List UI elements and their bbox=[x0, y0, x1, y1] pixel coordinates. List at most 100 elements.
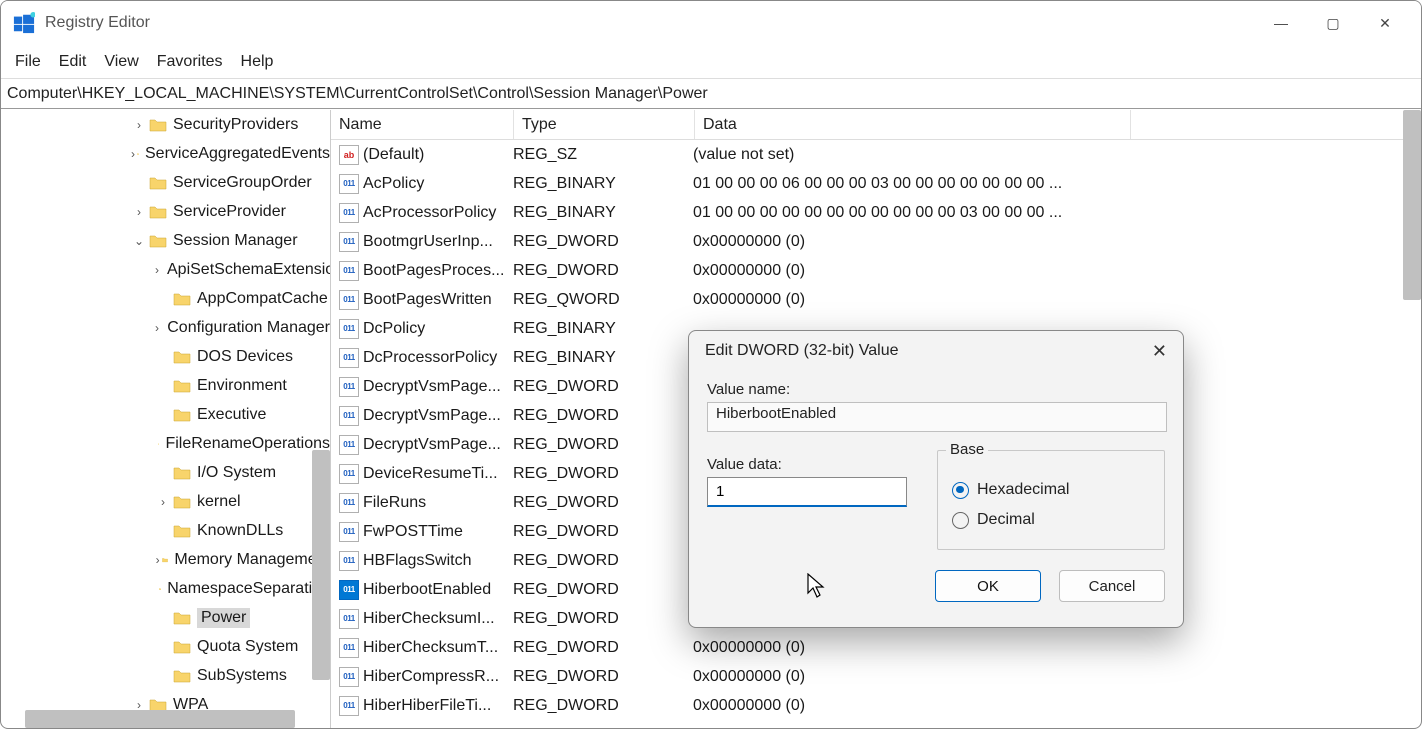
tree-item[interactable]: Power bbox=[1, 603, 330, 632]
tree-item-label: ServiceGroupOrder bbox=[173, 174, 312, 192]
value-row[interactable]: 011HiberHiberFileTi...REG_DWORD0x0000000… bbox=[331, 691, 1421, 720]
tree-item[interactable]: ServiceGroupOrder bbox=[1, 168, 330, 197]
value-type: REG_DWORD bbox=[513, 552, 693, 570]
value-row[interactable]: 011BootPagesWrittenREG_QWORD0x00000000 (… bbox=[331, 285, 1421, 314]
chevron-right-icon[interactable]: › bbox=[131, 118, 147, 132]
dialog-close-button[interactable]: ✕ bbox=[1152, 341, 1167, 362]
address-bar[interactable]: Computer\HKEY_LOCAL_MACHINE\SYSTEM\Curre… bbox=[1, 79, 1421, 109]
maximize-button[interactable]: ▢ bbox=[1321, 15, 1345, 32]
radio-decimal[interactable]: Decimal bbox=[952, 505, 1150, 535]
binary-value-icon: 011 bbox=[339, 435, 359, 455]
window-controls: — ▢ ✕ bbox=[1269, 15, 1413, 32]
tree-item[interactable]: Executive bbox=[1, 400, 330, 429]
tree-item[interactable]: SubSystems bbox=[1, 661, 330, 690]
binary-value-icon: 011 bbox=[339, 638, 359, 658]
chevron-right-icon[interactable]: › bbox=[155, 263, 159, 277]
list-vertical-scrollbar[interactable] bbox=[1403, 110, 1421, 300]
chevron-right-icon[interactable]: › bbox=[131, 147, 135, 161]
value-type: REG_DWORD bbox=[513, 639, 693, 657]
binary-value-icon: 011 bbox=[339, 580, 359, 600]
value-row[interactable]: 011BootmgrUserInp...REG_DWORD0x00000000 … bbox=[331, 227, 1421, 256]
chevron-down-icon[interactable]: ⌄ bbox=[131, 234, 147, 248]
value-type: REG_BINARY bbox=[513, 204, 693, 222]
tree-item[interactable]: ›WPA bbox=[1, 690, 330, 710]
cancel-button[interactable]: Cancel bbox=[1059, 570, 1165, 602]
value-name: HBFlagsSwitch bbox=[363, 552, 513, 570]
binary-value-icon: 011 bbox=[339, 667, 359, 687]
value-type: REG_BINARY bbox=[513, 349, 693, 367]
menu-view[interactable]: View bbox=[104, 53, 138, 71]
edit-dword-dialog: Edit DWORD (32-bit) Value ✕ Value name: … bbox=[688, 330, 1184, 628]
value-row[interactable]: ab(Default)REG_SZ(value not set) bbox=[331, 140, 1421, 169]
value-type: REG_DWORD bbox=[513, 436, 693, 454]
menu-file[interactable]: File bbox=[15, 53, 41, 71]
tree-item[interactable]: FileRenameOperations bbox=[1, 429, 330, 458]
tree-item-label: Power bbox=[197, 608, 250, 628]
base-legend: Base bbox=[946, 441, 988, 458]
tree-item[interactable]: NamespaceSeparation bbox=[1, 574, 330, 603]
titlebar: Registry Editor — ▢ ✕ bbox=[1, 1, 1421, 45]
radio-hexadecimal[interactable]: Hexadecimal bbox=[952, 475, 1150, 505]
value-type: REG_DWORD bbox=[513, 697, 693, 715]
value-type: REG_BINARY bbox=[513, 320, 693, 338]
tree-item-label: DOS Devices bbox=[197, 348, 293, 366]
binary-value-icon: 011 bbox=[339, 493, 359, 513]
tree-item-label: Environment bbox=[197, 377, 287, 395]
tree-item[interactable]: ›kernel bbox=[1, 487, 330, 516]
tree-item[interactable]: ›SecurityProviders bbox=[1, 110, 330, 139]
chevron-right-icon[interactable]: › bbox=[131, 205, 147, 219]
tree-item[interactable]: › ApiSetSchemaExtensions bbox=[1, 255, 330, 284]
tree-item[interactable]: KnownDLLs bbox=[1, 516, 330, 545]
tree-item[interactable]: ›ServiceProvider bbox=[1, 197, 330, 226]
tree-item[interactable]: ⌄Session Manager bbox=[1, 226, 330, 255]
binary-value-icon: 011 bbox=[339, 290, 359, 310]
tree-item[interactable]: AppCompatCache bbox=[1, 284, 330, 313]
minimize-button[interactable]: — bbox=[1269, 15, 1293, 32]
chevron-right-icon[interactable]: › bbox=[155, 553, 160, 567]
column-type[interactable]: Type bbox=[514, 116, 694, 134]
registry-editor-window: Registry Editor — ▢ ✕ File Edit View Fav… bbox=[0, 0, 1422, 729]
menu-help[interactable]: Help bbox=[241, 53, 274, 71]
tree-item[interactable]: DOS Devices bbox=[1, 342, 330, 371]
value-name-field[interactable]: HiberbootEnabled bbox=[707, 402, 1167, 432]
tree-horizontal-scrollbar[interactable] bbox=[25, 710, 295, 728]
chevron-right-icon[interactable]: › bbox=[131, 698, 147, 711]
value-data: 0x00000000 (0) bbox=[693, 233, 1421, 251]
value-data-input[interactable] bbox=[707, 477, 907, 507]
value-type: REG_SZ bbox=[513, 146, 693, 164]
tree-item[interactable]: ›Configuration Manager bbox=[1, 313, 330, 342]
value-data: 01 00 00 00 00 00 00 00 00 00 00 00 03 0… bbox=[693, 204, 1421, 222]
tree-item[interactable]: I/O System bbox=[1, 458, 330, 487]
tree-item[interactable]: ›ServiceAggregatedEvents bbox=[1, 139, 330, 168]
column-headers: Name Type Data bbox=[331, 110, 1421, 140]
value-type: REG_QWORD bbox=[513, 291, 693, 309]
value-row[interactable]: 011AcPolicyREG_BINARY01 00 00 00 06 00 0… bbox=[331, 169, 1421, 198]
tree-vertical-scrollbar[interactable] bbox=[312, 450, 330, 680]
value-data: (value not set) bbox=[693, 146, 1421, 164]
value-row[interactable]: 011HiberCompressR...REG_DWORD0x00000000 … bbox=[331, 662, 1421, 691]
base-group: Base Hexadecimal Decimal bbox=[937, 450, 1165, 550]
value-row[interactable]: 011BootPagesProces...REG_DWORD0x00000000… bbox=[331, 256, 1421, 285]
binary-value-icon: 011 bbox=[339, 464, 359, 484]
column-data[interactable]: Data bbox=[695, 116, 1130, 134]
close-button[interactable]: ✕ bbox=[1373, 15, 1397, 32]
ok-button[interactable]: OK bbox=[935, 570, 1041, 602]
binary-value-icon: 011 bbox=[339, 203, 359, 223]
tree-item-label: ApiSetSchemaExtensions bbox=[167, 261, 330, 279]
chevron-right-icon[interactable]: › bbox=[155, 321, 159, 335]
value-row[interactable]: 011AcProcessorPolicyREG_BINARY01 00 00 0… bbox=[331, 198, 1421, 227]
chevron-right-icon[interactable]: › bbox=[155, 495, 171, 509]
column-name[interactable]: Name bbox=[331, 116, 513, 134]
value-name: AcProcessorPolicy bbox=[363, 204, 513, 222]
value-row[interactable]: 011HiberChecksumT...REG_DWORD0x00000000 … bbox=[331, 633, 1421, 662]
menubar: File Edit View Favorites Help bbox=[1, 45, 1421, 79]
tree-item[interactable]: Environment bbox=[1, 371, 330, 400]
value-type: REG_DWORD bbox=[513, 378, 693, 396]
menu-favorites[interactable]: Favorites bbox=[157, 53, 223, 71]
tree-item[interactable]: ›Memory Management bbox=[1, 545, 330, 574]
menu-edit[interactable]: Edit bbox=[59, 53, 87, 71]
tree-item[interactable]: Quota System bbox=[1, 632, 330, 661]
value-name: HiberbootEnabled bbox=[363, 581, 513, 599]
binary-value-icon: 011 bbox=[339, 406, 359, 426]
tree-item-label: SubSystems bbox=[197, 667, 287, 685]
